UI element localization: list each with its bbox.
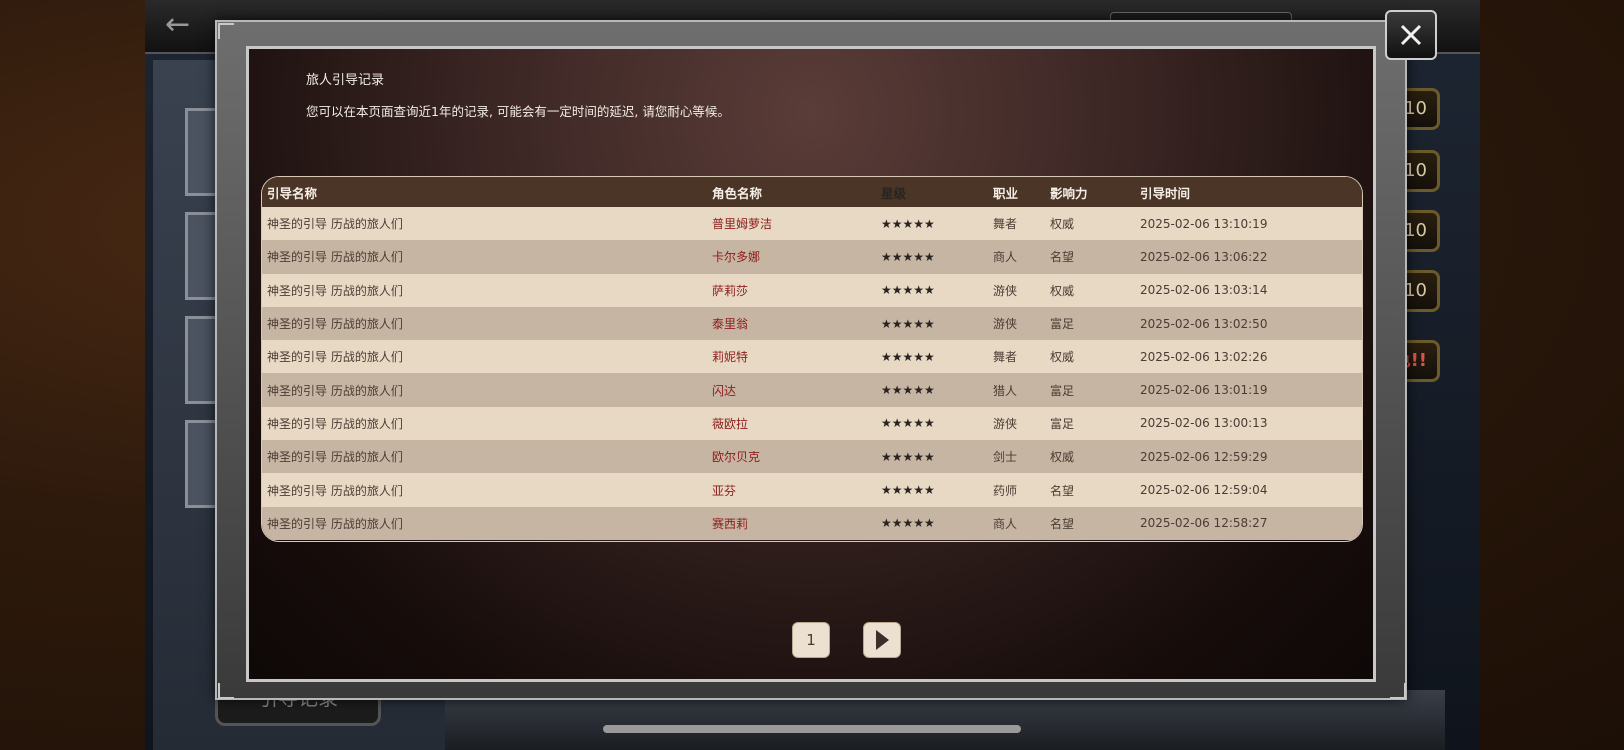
guide-time-cell: 2025-02-06 12:59:29 xyxy=(1140,449,1268,464)
close-icon xyxy=(1400,24,1422,46)
guide-time-cell: 2025-02-06 13:02:50 xyxy=(1140,316,1268,331)
table-row: 神圣的引导 历战的旅人们 薇欧拉 ★★★★★ 游侠 富足 2025-02-06 13:00… xyxy=(262,406,1362,441)
character-name-cell: 普里姆萝洁 xyxy=(712,217,773,232)
guide-name-cell: 神圣的引导 历战的旅人们 xyxy=(267,450,403,465)
modal-description: 您可以在本页面查询近1年的记录, 可能会有一定时间的延迟, 请您耐心等候。 xyxy=(306,104,730,119)
header-guide-name: 引导名称 xyxy=(267,185,318,201)
table-row: 神圣的引导 历战的旅人们 萨莉莎 ★★★★★ 游侠 权威 2025-02-06 13:03… xyxy=(262,273,1362,307)
character-name-cell: 薇欧拉 xyxy=(712,416,749,431)
guide-name-cell: 神圣的引导 历战的旅人们 xyxy=(267,350,403,365)
rarity-stars-cell: ★★★★★ xyxy=(881,483,935,498)
table-body: 神圣的引导 历战的旅人们 普里姆萝洁 ★★★★★ 舞者 权威 2025-02-06 13:… xyxy=(262,207,1362,540)
job-cell: 剑士 xyxy=(993,450,1018,465)
character-name-cell: 欧尔贝克 xyxy=(712,450,761,465)
character-name-cell: 莉妮特 xyxy=(712,350,749,365)
next-page-button[interactable] xyxy=(863,622,901,658)
home-indicator[interactable] xyxy=(603,725,1021,733)
table-header: 引导名称 角色名称 星级 职业 影响力 引导时间 xyxy=(262,177,1362,207)
influence-cell: 权威 xyxy=(1050,350,1075,365)
influence-cell: 权威 xyxy=(1050,217,1075,232)
guide-name-cell: 神圣的引导 历战的旅人们 xyxy=(267,483,403,498)
table-row: 神圣的引导 历战的旅人们 泰里翁 ★★★★★ 游侠 富足 2025-02-06 13:02… xyxy=(262,306,1362,341)
table-row: 神圣的引导 历战的旅人们 亚芬 ★★★★★ 药师 名望 2025-02-06 12:59:… xyxy=(262,473,1362,507)
table-row: 神圣的引导 历战的旅人们 欧尔贝克 ★★★★★ 剑士 权威 2025-02-06 12:5… xyxy=(262,440,1362,474)
page-number-button[interactable]: 1 xyxy=(792,622,830,658)
job-cell: 舞者 xyxy=(993,217,1018,232)
close-button[interactable] xyxy=(1385,10,1437,60)
rarity-stars-cell: ★★★★★ xyxy=(881,216,935,231)
header-influence: 影响力 xyxy=(1050,185,1088,201)
rarity-stars-cell: ★★★★★ xyxy=(881,349,935,364)
guide-name-cell: 神圣的引导 历战的旅人们 xyxy=(267,383,403,398)
influence-cell: 名望 xyxy=(1050,250,1075,265)
table-row: 神圣的引导 历战的旅人们 莉妮特 ★★★★★ 舞者 权威 2025-02-06 13:02… xyxy=(262,340,1362,374)
job-cell: 商人 xyxy=(993,250,1018,265)
guide-time-cell: 2025-02-06 12:58:27 xyxy=(1140,516,1268,531)
header-job: 职业 xyxy=(993,185,1019,201)
header-character-name: 角色名称 xyxy=(712,185,763,201)
influence-cell: 权威 xyxy=(1050,450,1075,465)
rarity-stars-cell: ★★★★★ xyxy=(881,516,935,531)
influence-cell: 富足 xyxy=(1050,416,1075,431)
rarity-stars-cell: ★★★★★ xyxy=(881,383,935,398)
job-cell: 商人 xyxy=(993,516,1018,531)
character-name-cell: 卡尔多娜 xyxy=(712,250,761,265)
guide-records-table: 引导名称 角色名称 星级 职业 影响力 引导时间 神圣的引导 历战的旅人们 普里姆… xyxy=(261,176,1363,542)
table-row: 神圣的引导 历战的旅人们 赛西莉 ★★★★★ 商人 名望 2025-02-06 12:58… xyxy=(262,506,1362,540)
guide-time-cell: 2025-02-06 13:06:22 xyxy=(1140,249,1268,264)
character-name-cell: 萨莉莎 xyxy=(712,283,749,298)
character-name-cell: 赛西莉 xyxy=(712,516,749,531)
guide-name-cell: 神圣的引导 历战的旅人们 xyxy=(267,250,403,265)
job-cell: 药师 xyxy=(993,483,1018,498)
back-arrow-icon[interactable]: ← xyxy=(165,10,190,40)
job-cell: 游侠 xyxy=(993,317,1018,332)
rarity-stars-cell: ★★★★★ xyxy=(881,249,935,264)
influence-cell: 权威 xyxy=(1050,283,1075,298)
job-cell: 猎人 xyxy=(993,383,1018,398)
job-cell: 游侠 xyxy=(993,416,1018,431)
guide-time-cell: 2025-02-06 12:59:04 xyxy=(1140,483,1268,498)
guide-name-cell: 神圣的引导 历战的旅人们 xyxy=(267,317,403,332)
influence-cell: 富足 xyxy=(1050,317,1075,332)
frame-corner-decoration xyxy=(1390,683,1406,699)
frame-corner-decoration xyxy=(218,683,234,699)
rarity-stars-cell: ★★★★★ xyxy=(881,416,935,431)
table-row: 神圣的引导 历战的旅人们 闪达 ★★★★★ 猎人 富足 2025-02-06 13:01:… xyxy=(262,373,1362,407)
guide-name-cell: 神圣的引导 历战的旅人们 xyxy=(267,283,403,298)
guide-name-cell: 神圣的引导 历战的旅人们 xyxy=(267,416,403,431)
guide-name-cell: 神圣的引导 历战的旅人们 xyxy=(267,217,403,232)
character-name-cell: 闪达 xyxy=(712,383,737,398)
rarity-stars-cell: ★★★★★ xyxy=(881,449,935,464)
influence-cell: 富足 xyxy=(1050,383,1075,398)
rarity-stars-cell: ★★★★★ xyxy=(881,283,935,298)
influence-cell: 名望 xyxy=(1050,483,1075,498)
table-row: 神圣的引导 历战的旅人们 普里姆萝洁 ★★★★★ 舞者 权威 2025-02-06 13:… xyxy=(262,207,1362,241)
job-cell: 游侠 xyxy=(993,283,1018,298)
guide-time-cell: 2025-02-06 13:00:13 xyxy=(1140,416,1268,431)
header-guide-time: 引导时间 xyxy=(1140,185,1191,201)
header-rarity: 星级 xyxy=(881,185,907,201)
play-next-icon xyxy=(876,630,889,650)
guide-time-cell: 2025-02-06 13:01:19 xyxy=(1140,383,1268,398)
modal-title: 旅人引导记录 xyxy=(306,73,385,88)
character-name-cell: 泰里翁 xyxy=(712,317,749,332)
guide-time-cell: 2025-02-06 13:03:14 xyxy=(1140,283,1268,298)
guide-time-cell: 2025-02-06 13:02:26 xyxy=(1140,349,1268,364)
character-name-cell: 亚芬 xyxy=(712,483,737,498)
job-cell: 舞者 xyxy=(993,350,1018,365)
guide-time-cell: 2025-02-06 13:10:19 xyxy=(1140,216,1268,231)
table-row: 神圣的引导 历战的旅人们 卡尔多娜 ★★★★★ 商人 名望 2025-02-06 13:0… xyxy=(262,240,1362,274)
frame-corner-decoration xyxy=(218,23,234,39)
influence-cell: 名望 xyxy=(1050,516,1075,531)
guide-name-cell: 神圣的引导 历战的旅人们 xyxy=(267,516,403,531)
rarity-stars-cell: ★★★★★ xyxy=(881,316,935,331)
